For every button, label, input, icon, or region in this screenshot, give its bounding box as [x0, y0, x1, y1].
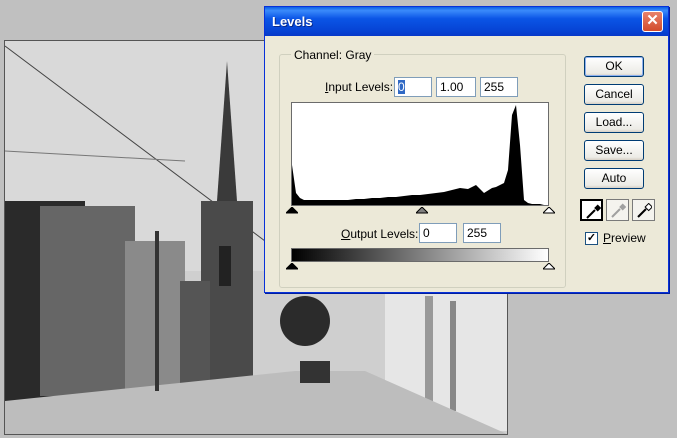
input-white-field[interactable]: 255	[480, 77, 518, 97]
close-icon: ✕	[646, 12, 659, 29]
histogram	[291, 102, 549, 206]
levels-dialog: Levels ✕ Channel: Gray Input Levels: 0 1…	[264, 6, 669, 293]
gray-eyedropper-button[interactable]	[606, 199, 629, 221]
input-black-slider[interactable]	[286, 207, 298, 214]
white-eyedropper-button[interactable]	[632, 199, 655, 221]
ok-button[interactable]: OK	[584, 56, 644, 77]
input-gamma-field[interactable]: 1.00	[436, 77, 476, 97]
output-gradient-bar	[291, 248, 549, 262]
input-white-slider[interactable]	[543, 207, 555, 214]
white-eyedropper-icon	[637, 203, 652, 218]
auto-button[interactable]: Auto	[584, 168, 644, 189]
input-black-field[interactable]: 0	[394, 77, 432, 97]
output-white-slider[interactable]	[543, 263, 555, 270]
output-levels-label: Output Levels:	[341, 227, 419, 241]
input-levels-label: Input Levels:	[325, 80, 394, 94]
input-gamma-slider[interactable]	[416, 207, 428, 214]
output-white-field[interactable]: 255	[463, 223, 501, 243]
histogram-plot	[292, 105, 547, 205]
dialog-title: Levels	[272, 14, 313, 29]
title-bar[interactable]: Levels ✕	[265, 7, 668, 36]
gray-eyedropper-icon	[611, 203, 626, 218]
save-button[interactable]: Save...	[584, 140, 644, 161]
close-button[interactable]: ✕	[642, 11, 663, 32]
channel-label[interactable]: Channel: Gray	[291, 48, 375, 62]
preview-label[interactable]: Preview	[603, 231, 646, 245]
histogram-area	[292, 105, 547, 205]
load-button[interactable]: Load...	[584, 112, 644, 133]
output-black-field[interactable]: 0	[419, 223, 457, 243]
dialog-body: Channel: Gray Input Levels: 0 1.00 255 O…	[269, 37, 664, 288]
preview-checkbox[interactable]: ✓	[585, 232, 598, 245]
cancel-button[interactable]: Cancel	[584, 84, 644, 105]
black-eyedropper-icon	[586, 204, 601, 219]
output-black-slider[interactable]	[286, 263, 298, 270]
black-eyedropper-button[interactable]	[580, 199, 603, 221]
